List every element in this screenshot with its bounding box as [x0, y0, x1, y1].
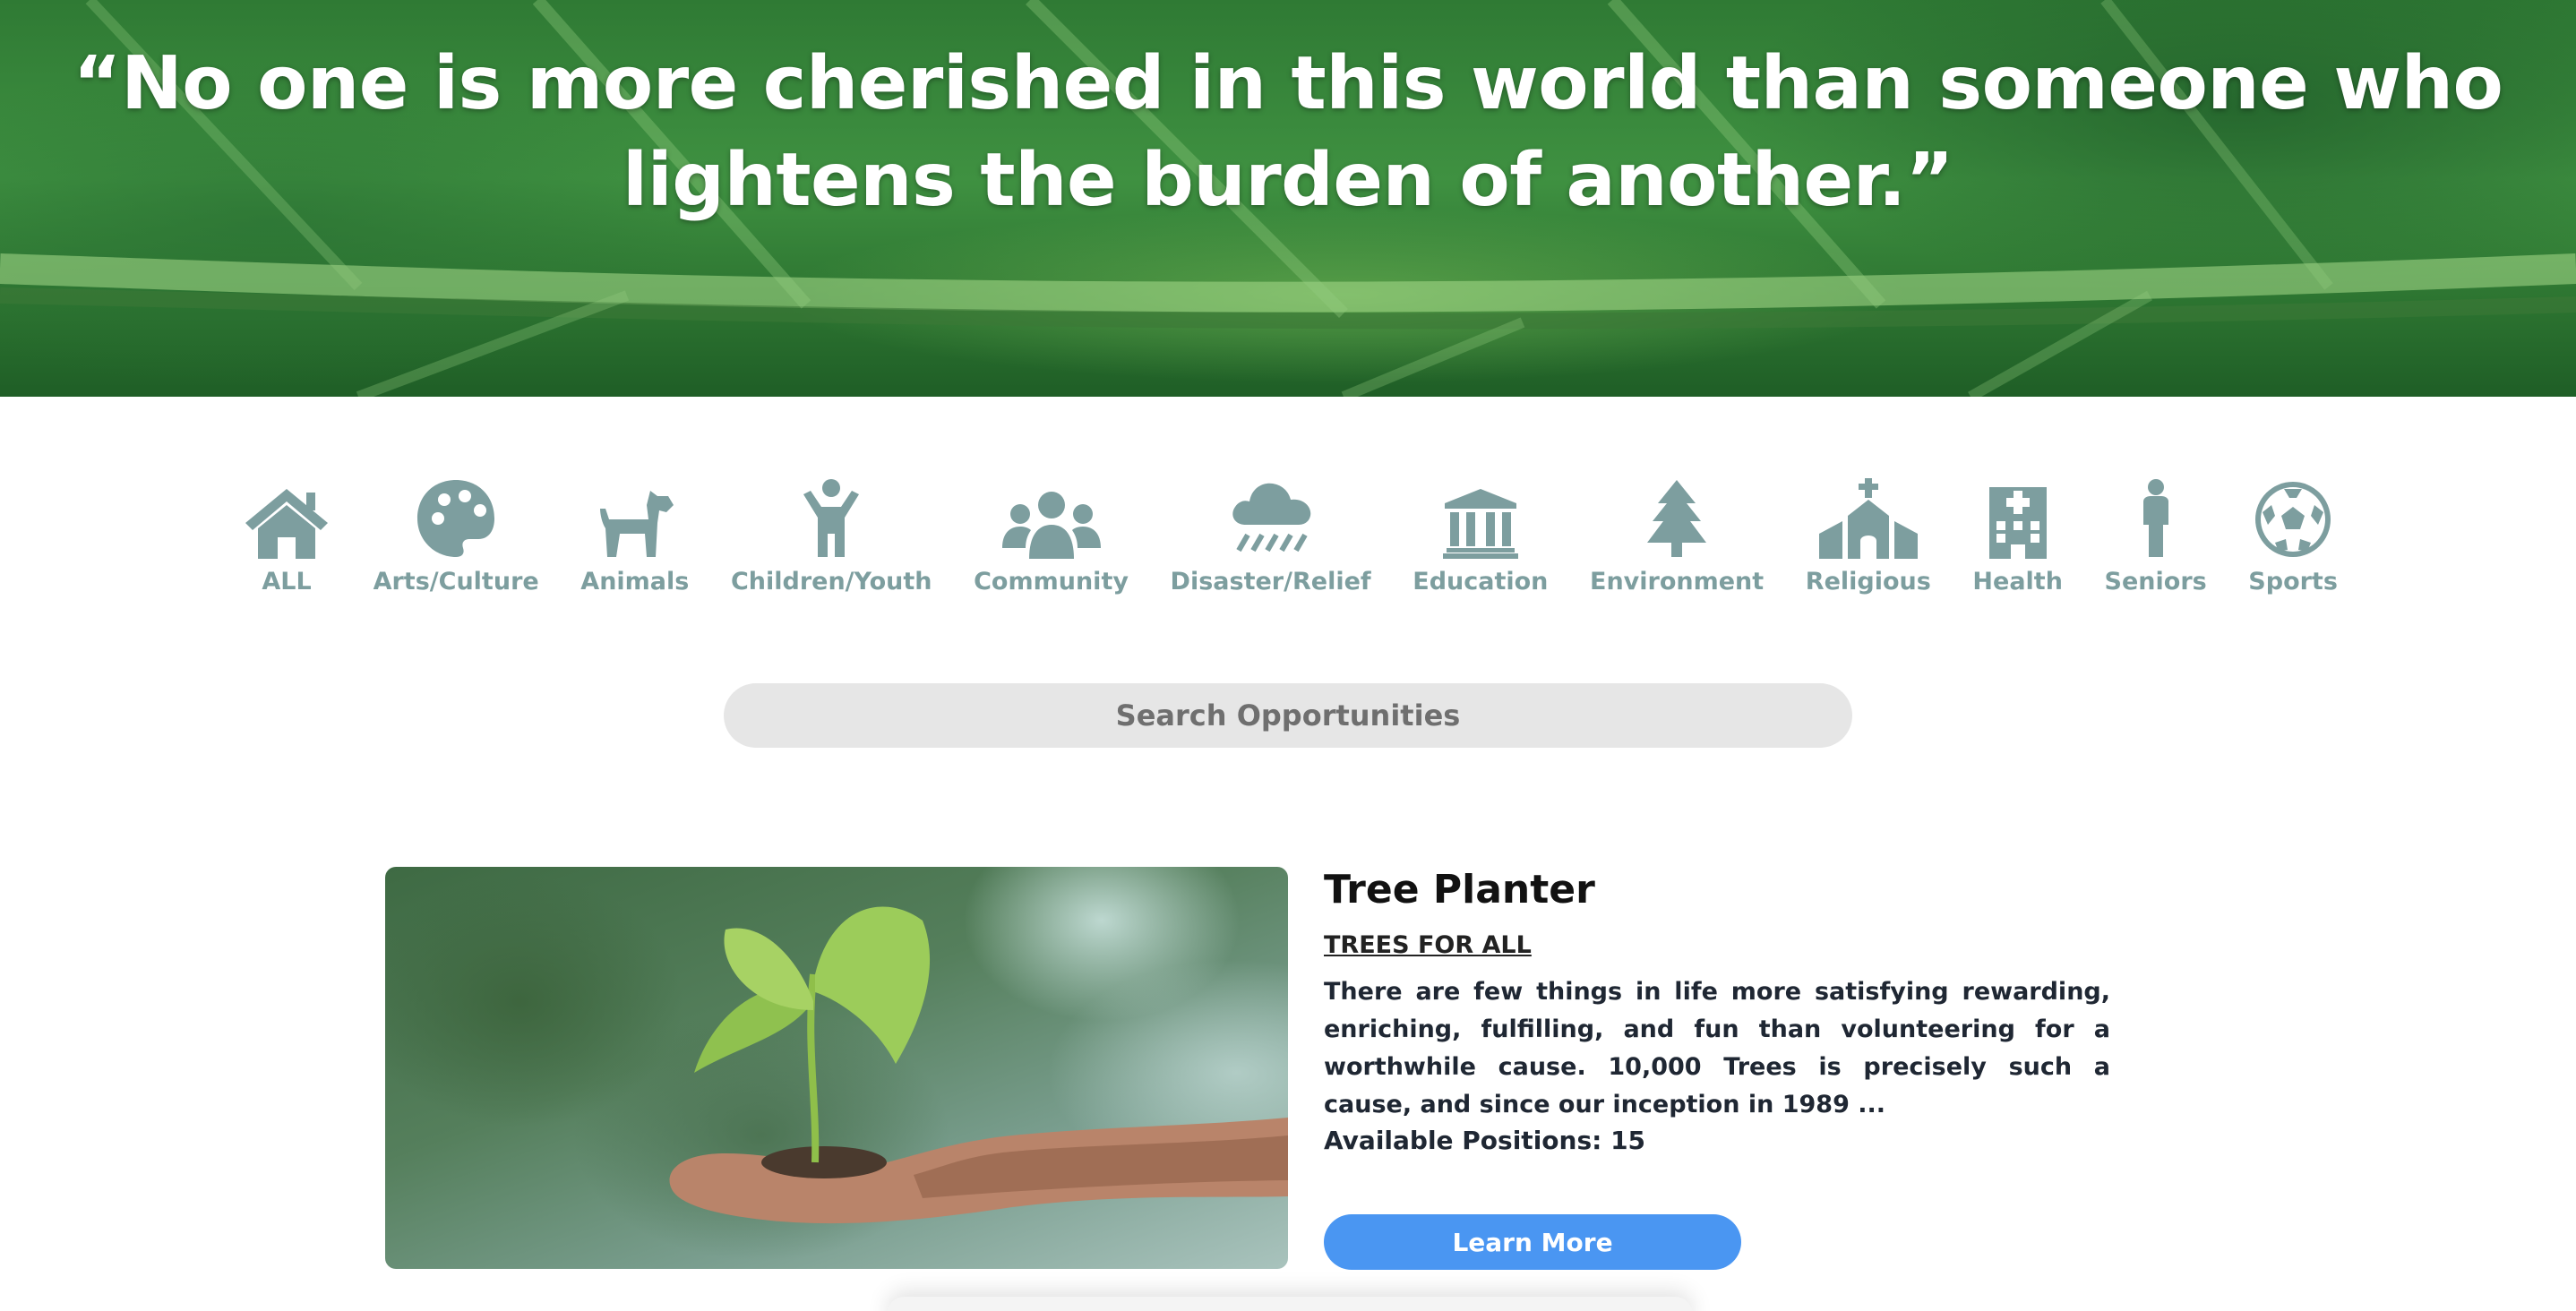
available-positions: Available Positions: 15 — [1324, 1126, 1646, 1155]
category-label: ALL — [262, 568, 312, 596]
hospital-icon — [1988, 487, 2047, 559]
category-label: Religious — [1805, 568, 1931, 596]
opportunity-title: Tree Planter — [1324, 867, 1595, 913]
hero-quote: “No one is more cherished in this world … — [73, 41, 2503, 223]
category-label: Education — [1413, 568, 1549, 596]
category-label: Sports — [2248, 568, 2338, 596]
category-seniors[interactable]: Seniors — [2105, 473, 2207, 596]
dog-icon — [599, 491, 674, 557]
category-children-youth[interactable]: Children/Youth — [731, 473, 932, 596]
category-health[interactable]: Health — [1972, 473, 2063, 596]
hero-banner: “No one is more cherished in this world … — [0, 0, 2576, 397]
church-icon — [1818, 478, 1918, 559]
person-icon — [2142, 479, 2168, 557]
category-label: Community — [974, 568, 1129, 596]
home-icon — [245, 489, 328, 559]
category-label: Animals — [580, 568, 690, 596]
category-sports[interactable]: Sports — [2248, 473, 2338, 596]
opportunity-description: There are few things in life more satisf… — [1324, 978, 2110, 1118]
category-label: Disaster/Relief — [1170, 568, 1371, 596]
category-label: Seniors — [2104, 568, 2207, 596]
soccer-ball-icon — [2255, 482, 2331, 557]
category-nav: ALL Arts/Culture Animals Children/Youth … — [242, 473, 2338, 598]
people-icon — [1001, 492, 1101, 559]
storm-cloud-icon — [1232, 483, 1310, 553]
seedling-in-hand-image — [669, 906, 1288, 1224]
category-label: Environment — [1590, 568, 1765, 596]
category-label: Children/Youth — [730, 568, 932, 596]
category-label: Health — [1972, 568, 2063, 596]
palette-icon — [417, 480, 495, 557]
tree-icon — [1647, 480, 1707, 557]
category-education[interactable]: Education — [1413, 473, 1548, 596]
category-disaster-relief[interactable]: Disaster/Relief — [1171, 473, 1371, 596]
child-icon — [803, 479, 860, 557]
category-animals[interactable]: Animals — [580, 473, 689, 596]
search-input[interactable] — [724, 683, 1852, 748]
organization-link[interactable]: TREES FOR ALL — [1324, 931, 1532, 959]
category-community[interactable]: Community — [974, 473, 1129, 596]
opportunity-image — [385, 867, 1288, 1269]
category-label: Arts/Culture — [373, 568, 539, 596]
category-religious[interactable]: Religious — [1806, 473, 1931, 596]
learn-more-button[interactable]: Learn More — [1324, 1214, 1741, 1270]
category-arts-culture[interactable]: Arts/Culture — [374, 473, 539, 596]
category-environment[interactable]: Environment — [1590, 473, 1764, 596]
next-card-edge — [887, 1297, 1693, 1311]
institution-icon — [1442, 489, 1518, 559]
category-all[interactable]: ALL — [242, 473, 331, 596]
